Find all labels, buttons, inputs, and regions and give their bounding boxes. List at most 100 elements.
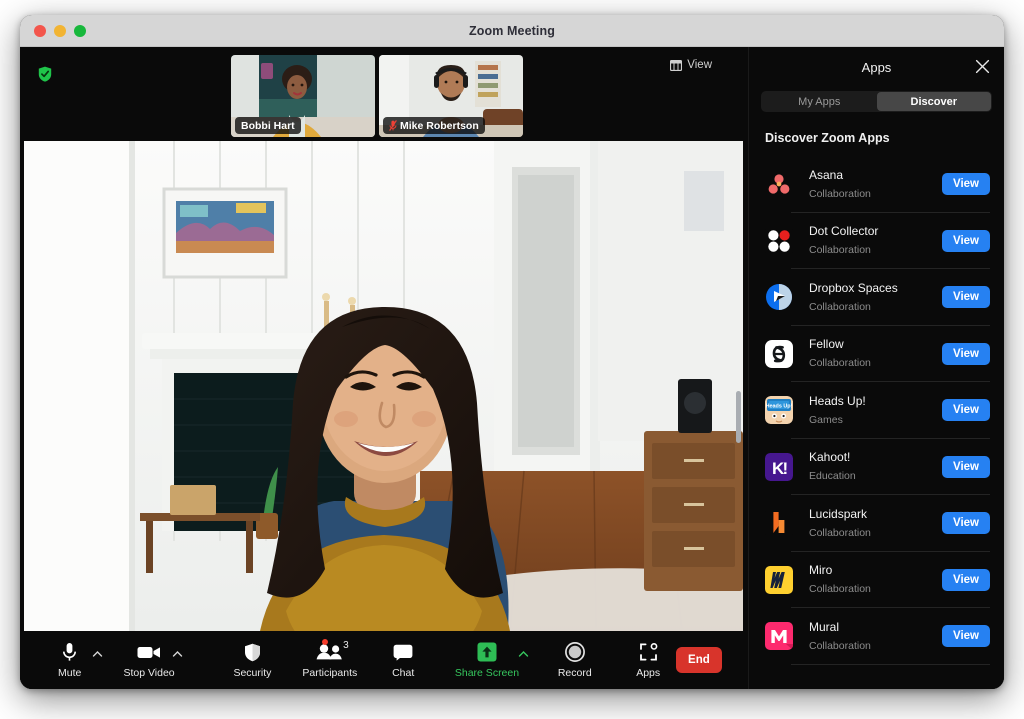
list-item[interactable]: K ! Kahoot! Education View — [749, 439, 1004, 496]
mic-muted-icon — [389, 120, 397, 131]
mural-icon — [765, 622, 793, 650]
dot-collector-icon — [765, 227, 793, 255]
app-name: Kahoot! — [809, 450, 850, 464]
app-name: Asana — [809, 168, 843, 182]
asana-icon — [765, 170, 793, 198]
app-category: Collaboration — [809, 527, 871, 539]
kahoot-icon: K ! — [765, 453, 793, 481]
apps-panel-header: Apps — [749, 47, 1004, 87]
view-app-button[interactable]: View — [942, 173, 990, 195]
view-app-button[interactable]: View — [942, 399, 990, 421]
participant-name: Bobbi Hart — [241, 120, 295, 132]
green-shield-check-icon[interactable] — [38, 66, 52, 82]
chevron-up-icon[interactable] — [518, 645, 529, 653]
tab-my-apps[interactable]: My Apps — [762, 92, 877, 111]
participant-thumbnail[interactable]: Bobbi Hart — [231, 55, 375, 137]
chat-label: Chat — [392, 667, 414, 679]
app-text: Heads Up! Games — [809, 392, 942, 429]
list-item[interactable]: Dot Collector Collaboration View — [749, 213, 1004, 270]
screenshot-root: Zoom Meeting — [0, 0, 1024, 719]
mute-button[interactable]: Mute — [42, 634, 97, 686]
apps-bracket-icon — [639, 642, 658, 663]
app-text: Lucidspark Collaboration — [809, 505, 942, 542]
tab-discover[interactable]: Discover — [877, 92, 992, 111]
app-name: Fellow — [809, 337, 844, 351]
app-name: Mural — [809, 620, 839, 634]
active-speaker-video[interactable] — [24, 141, 743, 631]
apps-button[interactable]: Apps — [620, 634, 675, 686]
app-text: Dot Collector Collaboration — [809, 222, 942, 259]
record-circle-icon — [565, 642, 585, 663]
app-category: Collaboration — [809, 357, 871, 369]
apps-label: Apps — [636, 667, 660, 679]
view-app-button[interactable]: View — [942, 512, 990, 534]
list-item[interactable]: Asana Collaboration View — [749, 156, 1004, 213]
list-item[interactable]: Miro Collaboration View — [749, 552, 1004, 609]
chevron-up-icon[interactable] — [92, 645, 103, 653]
app-category: Collaboration — [809, 640, 871, 652]
chat-button[interactable]: Chat — [376, 634, 431, 686]
security-label: Security — [233, 667, 271, 679]
participants-count-badge: 3 — [343, 640, 349, 651]
view-app-button[interactable]: View — [942, 569, 990, 591]
share-screen-button[interactable]: Share Screen — [455, 634, 519, 686]
close-icon[interactable] — [975, 59, 990, 74]
microphone-icon — [62, 642, 77, 663]
video-camera-icon — [137, 642, 161, 663]
window-title: Zoom Meeting — [20, 24, 1004, 38]
app-name: Heads Up! — [809, 394, 866, 408]
share-screen-label: Share Screen — [455, 667, 519, 679]
layout-grid-icon — [670, 60, 682, 71]
window-titlebar: Zoom Meeting — [20, 15, 1004, 47]
view-app-button[interactable]: View — [942, 456, 990, 478]
dropbox-spaces-icon — [765, 283, 793, 311]
stop-video-label: Stop Video — [123, 667, 174, 679]
app-category: Collaboration — [809, 583, 871, 595]
window-body: Bobbi Hart — [20, 47, 1004, 689]
shield-icon — [244, 642, 261, 663]
view-app-button[interactable]: View — [942, 286, 990, 308]
app-text: Dropbox Spaces Collaboration — [809, 279, 942, 316]
app-category: Collaboration — [809, 301, 871, 313]
participant-name: Mike Robertson — [400, 120, 479, 132]
app-category: Games — [809, 414, 843, 426]
list-item[interactable]: Lucidspark Collaboration View — [749, 495, 1004, 552]
view-button[interactable]: View — [664, 56, 718, 74]
share-screen-arrow-icon — [477, 642, 497, 663]
miro-icon — [765, 566, 793, 594]
participant-name-tag: Mike Robertson — [383, 117, 485, 134]
lucidspark-icon — [765, 509, 793, 537]
app-text: Mural Collaboration — [809, 618, 942, 655]
video-vertical-scrollbar[interactable] — [736, 391, 741, 443]
participant-thumbnail[interactable]: Mike Robertson — [379, 55, 523, 137]
stop-video-button[interactable]: Stop Video — [121, 634, 176, 686]
app-name: Lucidspark — [809, 507, 867, 521]
security-button[interactable]: Security — [225, 634, 280, 686]
list-item[interactable]: Dropbox Spaces Collaboration View — [749, 269, 1004, 326]
apps-panel-title: Apps — [862, 60, 892, 75]
mute-label: Mute — [58, 667, 81, 679]
chevron-up-icon[interactable] — [172, 645, 183, 653]
apps-panel-tabs: My Apps Discover — [761, 91, 992, 112]
view-app-button[interactable]: View — [942, 625, 990, 647]
participants-button[interactable]: 3 Participants — [302, 634, 357, 686]
list-item[interactable]: Heads Up! Heads Up! Games — [749, 382, 1004, 439]
app-text: Kahoot! Education — [809, 448, 942, 485]
people-icon — [316, 642, 344, 663]
apps-panel: Apps My Apps Discover Discover Zoom Apps — [748, 47, 1004, 689]
record-button[interactable]: Record — [547, 634, 602, 686]
app-category: Education — [809, 470, 856, 482]
fellow-icon — [765, 340, 793, 368]
app-text: Fellow Collaboration — [809, 335, 942, 372]
view-app-button[interactable]: View — [942, 343, 990, 365]
end-meeting-button[interactable]: End — [676, 647, 722, 673]
app-name: Dropbox Spaces — [809, 281, 898, 295]
list-item[interactable]: Fellow Collaboration View — [749, 326, 1004, 383]
app-text: Miro Collaboration — [809, 561, 942, 598]
meeting-topbar: Bobbi Hart — [20, 47, 748, 141]
meeting-controls-toolbar: Mute Stop Video — [20, 631, 748, 689]
list-item[interactable]: Mural Collaboration View — [749, 608, 1004, 665]
heads-up-icon: Heads Up! — [765, 396, 793, 424]
app-category: Collaboration — [809, 244, 871, 256]
view-app-button[interactable]: View — [942, 230, 990, 252]
